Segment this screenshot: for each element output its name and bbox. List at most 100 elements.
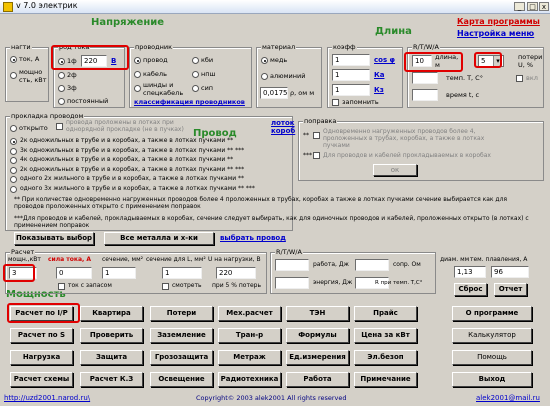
correction-item-2: Для проводов и кабелей прокладываемых в … (323, 152, 491, 159)
action-button[interactable]: Заземление (150, 328, 213, 343)
action-button[interactable]: Грозозащита (150, 350, 213, 365)
trays-link[interactable]: лоток (271, 119, 295, 127)
action-button[interactable]: Нагрузка (10, 350, 73, 365)
remember-checkbox[interactable] (332, 99, 339, 106)
laying-option-label: 2к одножильных в трубе и в коробах, а та… (20, 165, 245, 173)
rtwa-legend: R/T/W/A (275, 248, 303, 256)
correction-checkbox-2[interactable] (313, 152, 320, 159)
laying-option-radio[interactable] (10, 157, 17, 164)
radio-kbi[interactable] (192, 57, 199, 64)
conductor-group: проводник провод кабель шинды и спецкабе… (129, 43, 252, 108)
current-input[interactable]: 0 (56, 267, 92, 279)
kz-link[interactable]: Кз (374, 86, 384, 94)
thread-group: нагти ток, А мощно сть, кВт (5, 43, 49, 102)
laying-option-radio[interactable] (10, 185, 17, 193)
laying-option-radio[interactable] (10, 147, 17, 155)
action-button[interactable]: Ед.измерения (286, 350, 349, 365)
action-button[interactable]: Эл.безоп (354, 350, 417, 365)
action-button[interactable]: Работа (286, 372, 349, 387)
radio-3f[interactable] (58, 85, 65, 92)
action-button[interactable]: Расчет по S (10, 328, 73, 343)
close-button[interactable]: x (539, 2, 549, 11)
radio-open[interactable] (10, 125, 17, 132)
melting-label: тем. плавления, А (470, 256, 528, 263)
action-button[interactable]: Прайс (354, 306, 417, 321)
action-button[interactable]: Радиотехника (218, 372, 281, 387)
action-button[interactable]: Мех.расчет (218, 306, 281, 321)
time-label: время t, с (446, 91, 480, 99)
section-input[interactable]: 1 (102, 267, 136, 279)
correction-ok-button[interactable]: ок (373, 164, 417, 176)
reset-button[interactable]: Сброс (454, 283, 487, 296)
watch-label: смотреть (172, 282, 202, 289)
resistivity-input[interactable]: 0,0175 (260, 87, 288, 99)
section-label: сечение, мм² (102, 256, 144, 263)
radio-copper[interactable] (261, 57, 268, 64)
laying-option-radio[interactable] (10, 138, 17, 145)
section-length-input[interactable]: 1 (162, 267, 202, 279)
voltage-load-input[interactable]: 220 (216, 267, 256, 279)
work-output (275, 259, 309, 271)
cos-phi-input[interactable]: 1 (332, 54, 370, 66)
action-button[interactable]: Тран-р (218, 328, 281, 343)
window-title: v 7.0 электрик (16, 1, 78, 10)
radio-sip[interactable] (192, 85, 199, 92)
annotation-length: Длина (375, 26, 412, 37)
classification-link[interactable]: классификация проводников (134, 98, 245, 106)
box-link[interactable]: короб (271, 127, 295, 135)
reserve-checkbox[interactable] (58, 283, 65, 290)
radio-kbi-label: кби (201, 56, 214, 64)
show-choice-button[interactable]: Показывать выбор (14, 232, 94, 245)
correction-checkbox-1[interactable] (313, 132, 320, 139)
action-button[interactable]: Квартира (80, 306, 143, 321)
side-button[interactable]: Выход (452, 372, 532, 387)
action-button[interactable]: Метраж (218, 350, 281, 365)
action-button[interactable]: Проверить (80, 328, 143, 343)
email-link[interactable]: alek2001@mail.ru (476, 394, 540, 402)
action-button[interactable]: Формулы (286, 328, 349, 343)
report-button[interactable]: Отчет (494, 283, 527, 296)
resistivity-unit: ρ, ом м (290, 89, 315, 97)
radio-cable[interactable] (134, 71, 141, 78)
minimize-button[interactable]: _ (514, 2, 525, 11)
action-button[interactable]: Цена за кВт (354, 328, 417, 343)
on-checkbox[interactable] (516, 75, 523, 82)
side-button[interactable]: Калькулятор (452, 328, 532, 343)
kz-input[interactable]: 1 (332, 84, 370, 96)
ka-input[interactable]: 1 (332, 69, 370, 81)
action-button[interactable]: Освещение (150, 372, 213, 387)
laying-option-radio[interactable] (10, 176, 17, 183)
ka-link[interactable]: Ка (374, 71, 384, 79)
site-link[interactable]: http://uzd2001.narod.ru\ (4, 394, 90, 402)
action-button[interactable]: Расчет К.З (80, 372, 143, 387)
radio-2f[interactable] (58, 72, 65, 79)
radio-power[interactable] (10, 72, 17, 79)
action-button[interactable]: Расчет схемы (10, 372, 73, 387)
radio-dc[interactable] (58, 98, 65, 105)
radio-aluminum[interactable] (261, 73, 268, 80)
temperature-input[interactable] (412, 72, 438, 84)
action-button[interactable]: Примечание (354, 372, 417, 387)
action-button[interactable]: ТЭН (286, 306, 349, 321)
correction-mark-2: *** (303, 152, 312, 159)
action-button[interactable]: Потери (150, 306, 213, 321)
watch-checkbox[interactable] (162, 283, 169, 290)
side-button[interactable]: О программе (452, 306, 532, 321)
time-input[interactable] (412, 89, 438, 101)
on-label: вкл (526, 74, 538, 82)
maximize-button[interactable]: □ (527, 2, 538, 11)
all-metals-button[interactable]: Все металла и х-ки (104, 232, 214, 245)
laying-option-radio[interactable] (10, 166, 17, 174)
melting-output: 96 (491, 266, 529, 278)
trays-single-row-checkbox[interactable] (56, 123, 63, 130)
radio-npsh[interactable] (192, 71, 199, 78)
radio-bus[interactable] (134, 85, 141, 92)
radio-wire[interactable] (134, 57, 141, 64)
choose-wire-link[interactable]: выбрать провод (220, 234, 286, 242)
action-button[interactable]: Защита (80, 350, 143, 365)
program-map-link[interactable]: Карта программы (457, 17, 540, 26)
side-button[interactable]: Помощь (452, 350, 532, 365)
radio-current[interactable] (10, 56, 17, 63)
menu-settings-link[interactable]: Настройка меню (457, 29, 534, 38)
cos-phi-link[interactable]: cos φ (374, 56, 395, 64)
